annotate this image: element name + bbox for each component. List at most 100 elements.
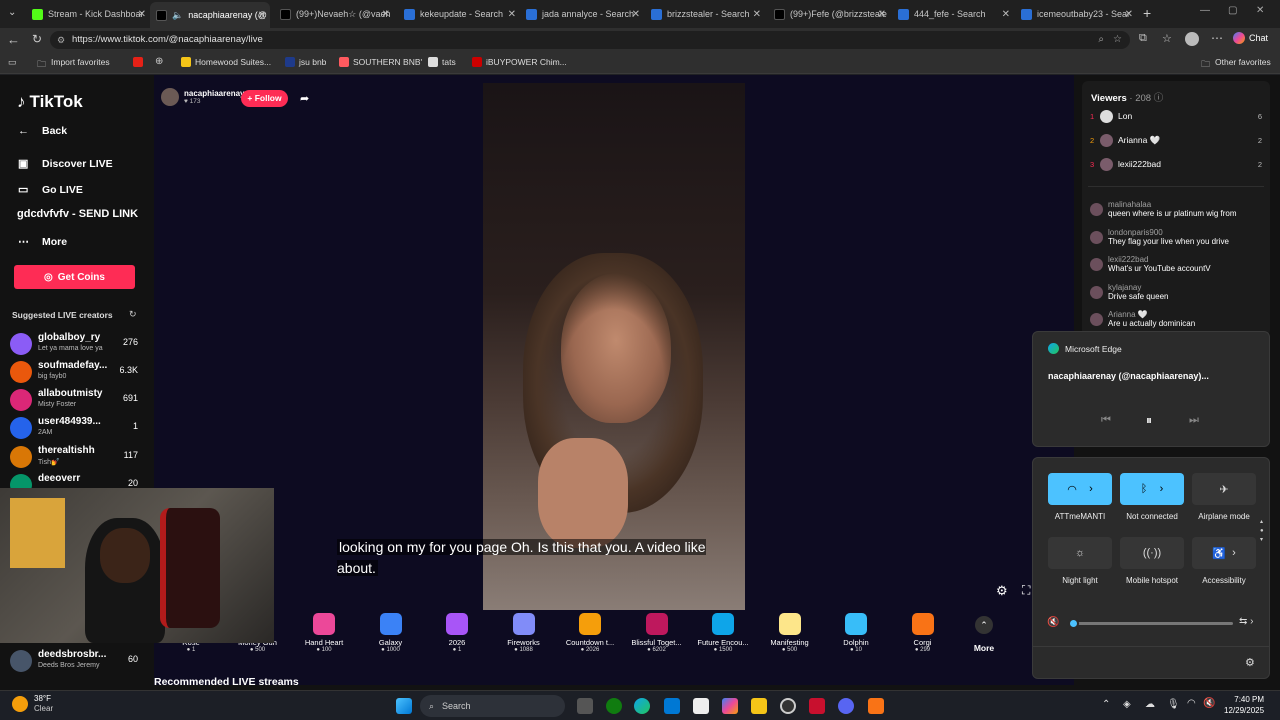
bookmark-tats[interactable]: tats xyxy=(428,57,456,67)
avatar[interactable] xyxy=(10,361,32,383)
gifts-more[interactable]: ⌃ More xyxy=(964,616,1004,653)
url-field[interactable]: ⚙ https://www.tiktok.com/@nacaphiaarenay… xyxy=(50,31,1130,49)
avatar[interactable] xyxy=(1090,258,1103,271)
other-favorites[interactable]: 🗀 Other favorites xyxy=(1201,57,1271,69)
follow-button[interactable]: + Follow xyxy=(241,90,288,107)
wifi-toggle[interactable]: ◠ › xyxy=(1048,473,1112,505)
microphone-icon[interactable]: 🎙 xyxy=(1167,699,1180,710)
chat-username[interactable]: lexii222bad xyxy=(1108,255,1264,264)
hotspot-toggle[interactable]: ((·)) xyxy=(1120,537,1184,569)
copilot-icon[interactable] xyxy=(722,698,738,714)
avatar[interactable] xyxy=(1090,230,1103,244)
tab-kick[interactable]: Stream - Kick Dashboar ✕ xyxy=(26,3,150,25)
close-icon[interactable]: ✕ xyxy=(632,9,640,20)
chat-username[interactable]: kylajanay xyxy=(1108,283,1264,292)
file-explorer-icon[interactable] xyxy=(751,698,767,714)
viewer-row[interactable]: 2 Arianna 🤍 2 xyxy=(1088,133,1264,151)
avatar[interactable] xyxy=(10,333,32,355)
airplane-toggle[interactable]: ✈ xyxy=(1192,473,1256,505)
favorites-icon[interactable]: ☆ xyxy=(1162,32,1172,45)
share-icon[interactable]: ➦ xyxy=(300,92,309,105)
tray-app-icon[interactable]: ◈ xyxy=(1123,699,1131,710)
suggested-creator[interactable]: soufmadefay... big fayb0 6.3K xyxy=(10,359,140,385)
taskbar-search[interactable]: ⌕ Search xyxy=(420,695,565,717)
back-arrow-icon[interactable]: ← xyxy=(7,32,20,47)
xbox-icon[interactable] xyxy=(606,698,622,714)
gift-item[interactable]: Hand Heart ● 100 xyxy=(289,607,359,653)
volume-tray-icon[interactable]: 🔇 xyxy=(1203,698,1215,709)
close-window-icon[interactable]: ✕ xyxy=(1256,5,1264,16)
mute-icon[interactable]: 🔇 xyxy=(1047,617,1059,628)
close-icon[interactable]: ✕ xyxy=(753,9,761,20)
accessibility-toggle[interactable]: ♿ › xyxy=(1192,537,1256,569)
tiktok-logo[interactable]: ♪ TikTok xyxy=(17,92,83,112)
avatar[interactable] xyxy=(1100,158,1113,171)
volume-thumb[interactable] xyxy=(1068,618,1079,629)
new-tab-icon[interactable]: + xyxy=(1143,5,1151,21)
streamer-avatar[interactable] xyxy=(161,88,179,106)
extensions-icon[interactable]: ⧉ xyxy=(1139,32,1147,45)
close-icon[interactable]: ✕ xyxy=(878,9,886,20)
chevron-right-icon[interactable]: › xyxy=(1089,483,1093,495)
refresh-icon[interactable]: ↻ xyxy=(129,309,137,320)
previous-track-icon[interactable]: ⏮ xyxy=(1101,414,1111,427)
fullscreen-icon[interactable]: ⛶ xyxy=(1022,583,1030,598)
minimize-icon[interactable]: — xyxy=(1200,5,1210,16)
avatar[interactable] xyxy=(10,650,32,672)
tray-onedrive-icon[interactable]: ☁ xyxy=(1145,699,1155,710)
bluetooth-toggle[interactable]: ᛒ › xyxy=(1120,473,1184,505)
app-orange-icon[interactable] xyxy=(868,698,884,714)
close-icon[interactable]: ✕ xyxy=(382,9,390,20)
bookmark-import[interactable]: 🗀 Import favorites xyxy=(37,57,110,69)
gift-item[interactable]: Manifesting ● 500 xyxy=(755,607,825,653)
notepad-icon[interactable] xyxy=(693,698,709,714)
close-icon[interactable]: ✕ xyxy=(1125,9,1133,20)
nav-discover-live[interactable]: ▣ Discover LIVE xyxy=(18,158,113,170)
tab-brizz[interactable]: brizzstealer - Search ✕ xyxy=(645,3,765,25)
live-video[interactable] xyxy=(483,83,745,610)
nav-back[interactable]: ← Back xyxy=(18,125,67,137)
app-red-icon[interactable] xyxy=(809,698,825,714)
profile-avatar[interactable] xyxy=(1185,32,1199,46)
weather-widget[interactable]: 38°F Clear xyxy=(12,694,53,714)
close-icon[interactable]: ✕ xyxy=(138,9,146,20)
bookmark-ibuypower[interactable]: iBUYPOWER Chim... xyxy=(472,57,567,67)
settings-gear-icon[interactable]: ⚙ xyxy=(1245,656,1255,669)
tab-444fefe[interactable]: 444_fefe - Search ✕ xyxy=(892,3,1014,25)
wifi-tray-icon[interactable]: ◠ xyxy=(1187,698,1196,709)
suggested-creator[interactable]: allaboutmisty Misty Foster 691 xyxy=(10,387,140,413)
avatar[interactable] xyxy=(1090,285,1103,299)
tab-tiktok-live[interactable]: 🔈 nacaphiaarenay (@ ✕ xyxy=(150,2,270,28)
close-icon[interactable]: ✕ xyxy=(508,9,516,20)
suggested-creator[interactable]: deedsbrosbr... Deeds Bros Jeremy 60 xyxy=(10,648,140,674)
tab-jada[interactable]: jada annalyce - Search ✕ xyxy=(520,3,644,25)
tab-icemeout[interactable]: icemeoutbaby23 - Sear ✕ xyxy=(1015,3,1137,25)
edge-icon[interactable] xyxy=(634,698,650,714)
bookmark-jsu[interactable]: jsu bnb xyxy=(285,57,326,67)
maximize-icon[interactable]: ▢ xyxy=(1228,5,1237,16)
discord-icon[interactable] xyxy=(838,698,854,714)
tab-actions-icon[interactable]: ⌄ xyxy=(8,7,16,18)
nav-more[interactable]: ⋯ More xyxy=(18,236,67,248)
speaker-icon[interactable]: 🔈 xyxy=(172,10,183,21)
clock[interactable]: 7:40 PM 12/29/2025 xyxy=(1224,694,1264,716)
close-icon[interactable]: ✕ xyxy=(1002,9,1010,20)
obs-icon[interactable] xyxy=(780,698,796,714)
store-icon[interactable] xyxy=(664,698,680,714)
bookmark-homewood[interactable]: Homewood Suites... xyxy=(181,57,271,67)
task-view-icon[interactable] xyxy=(577,698,593,714)
streamer-header[interactable]: nacaphiaarenay ♥ 173 xyxy=(161,88,244,106)
gift-item[interactable]: Fireworks ● 1088 xyxy=(489,607,559,653)
tab-kekeupdate[interactable]: kekeupdate - Search ✕ xyxy=(398,3,520,25)
avatar[interactable] xyxy=(10,389,32,411)
gift-item[interactable]: Galaxy ● 1000 xyxy=(356,607,426,653)
favorite-star-icon[interactable]: ☆ xyxy=(1113,31,1122,49)
tab-nevaeh[interactable]: (99+)Nevaeh☆ (@vaeh ✕ xyxy=(274,3,394,25)
bookmark-youtube[interactable] xyxy=(133,57,143,67)
avatar[interactable] xyxy=(1090,313,1103,326)
avatar[interactable] xyxy=(10,417,32,439)
audio-output-icon[interactable]: ⇆ › xyxy=(1239,616,1254,627)
volume-slider[interactable] xyxy=(1068,618,1233,629)
zoom-icon[interactable]: ⌕ xyxy=(1098,31,1104,49)
pause-icon[interactable]: ⏸ xyxy=(1146,413,1152,428)
